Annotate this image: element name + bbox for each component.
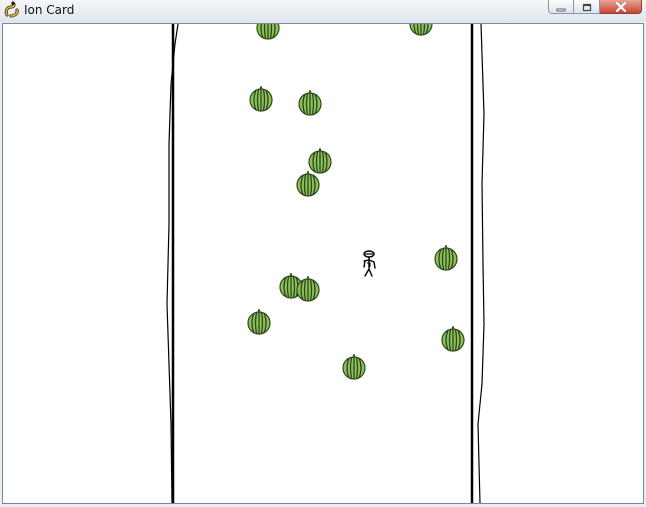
game-window: Ion Card bbox=[0, 0, 646, 507]
window-controls bbox=[548, 0, 642, 14]
maximize-icon bbox=[582, 0, 592, 16]
game-canvas[interactable] bbox=[2, 23, 644, 504]
title-bar[interactable]: Ion Card bbox=[0, 0, 646, 22]
minimize-button[interactable] bbox=[548, 0, 574, 14]
road-right-edge bbox=[477, 24, 485, 503]
close-button[interactable] bbox=[600, 0, 642, 14]
maximize-button[interactable] bbox=[574, 0, 600, 14]
road-lines bbox=[166, 24, 485, 503]
close-icon bbox=[615, 0, 627, 16]
minimize-icon bbox=[556, 0, 566, 16]
window-title: Ion Card bbox=[24, 3, 75, 17]
pygame-snake-icon bbox=[3, 1, 21, 19]
